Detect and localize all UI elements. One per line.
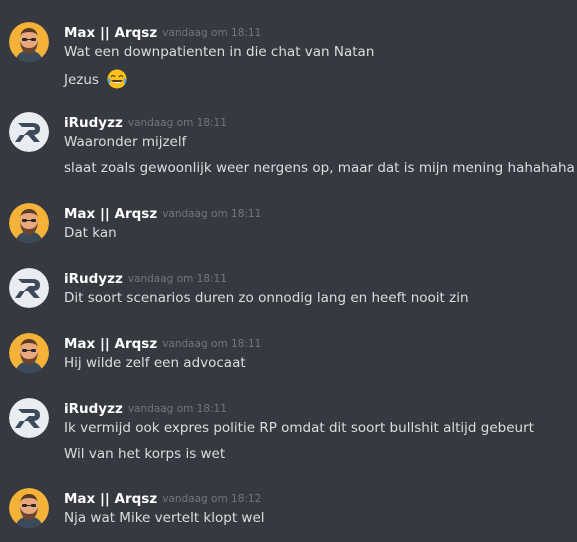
username[interactable]: iRudyzz <box>64 271 123 287</box>
timestamp: vandaag om 18:11 <box>127 403 227 415</box>
message-content: Wat een downpatienten in die chat van Na… <box>64 44 375 60</box>
bearded-man-avatar[interactable] <box>9 22 49 62</box>
chat-message-list: Max || Arqsz vandaag om 18:11 Wat een down… <box>0 0 577 542</box>
message-text: Wil van het korps is wet <box>64 444 225 464</box>
message-content: Hij wilde zelf een advocaat <box>64 355 246 371</box>
message-text: Dit soort scenarios duren zo onnodig lan… <box>64 288 469 308</box>
message-text: Wat een downpatienten in die chat van Na… <box>64 42 374 62</box>
message-header: Max || Arqsz vandaag om 18:11 <box>64 22 261 42</box>
message-text: Ik vermijd ook expres politie RP omdat d… <box>64 418 534 438</box>
timestamp: vandaag om 18:11 <box>162 27 262 39</box>
timestamp: vandaag om 18:11 <box>162 208 262 220</box>
message-text: slaat zoals gewoonlijk weer nergens op, … <box>64 158 575 178</box>
message-header: iRudyzz vandaag om 18:11 <box>64 112 227 132</box>
r-logo-avatar[interactable] <box>9 112 49 152</box>
username[interactable]: Max || Arqsz <box>64 336 157 352</box>
username[interactable]: iRudyzz <box>64 115 123 131</box>
username[interactable]: Max || Arqsz <box>64 206 157 222</box>
message-header: Max || Arqsz vandaag om 18:12 <box>64 488 261 508</box>
timestamp: vandaag om 18:11 <box>127 273 227 285</box>
bearded-man-avatar[interactable] <box>9 488 49 528</box>
message-text: Hij wilde zelf een advocaat <box>64 353 246 373</box>
message-content: Waaronder mijzelf <box>64 134 187 150</box>
message-text: Waaronder mijzelf <box>64 132 186 152</box>
message-header: iRudyzz vandaag om 18:11 <box>64 268 227 288</box>
message-text: Jezus <box>64 68 128 90</box>
message-content: Dit soort scenarios duren zo onnodig lan… <box>64 290 469 306</box>
r-logo-avatar[interactable] <box>9 268 49 308</box>
timestamp: vandaag om 18:12 <box>162 493 262 505</box>
message-header: Max || Arqsz vandaag om 18:11 <box>64 333 261 353</box>
message-content: Wil van het korps is wet <box>64 446 226 462</box>
message-content: Ik vermijd ook expres politie RP omdat d… <box>64 420 534 436</box>
timestamp: vandaag om 18:11 <box>127 117 227 129</box>
username[interactable]: Max || Arqsz <box>64 491 157 507</box>
message-content: slaat zoals gewoonlijk weer nergens op, … <box>64 160 575 176</box>
message-text: Dat kan <box>64 223 117 243</box>
message-content: Nja wat Mike vertelt klopt wel <box>64 510 265 526</box>
username[interactable]: iRudyzz <box>64 401 123 417</box>
message-content: Dat kan <box>64 225 117 241</box>
bearded-man-avatar[interactable] <box>9 203 49 243</box>
message-text: Nja wat Mike vertelt klopt wel <box>64 508 265 528</box>
joy-emoji-icon <box>99 69 128 89</box>
message-content: Jezus <box>64 72 99 88</box>
username[interactable]: Max || Arqsz <box>64 25 157 41</box>
message-header: Max || Arqsz vandaag om 18:11 <box>64 203 261 223</box>
bearded-man-avatar[interactable] <box>9 333 49 373</box>
r-logo-avatar[interactable] <box>9 398 49 438</box>
message-header: iRudyzz vandaag om 18:11 <box>64 398 227 418</box>
timestamp: vandaag om 18:11 <box>162 338 262 350</box>
